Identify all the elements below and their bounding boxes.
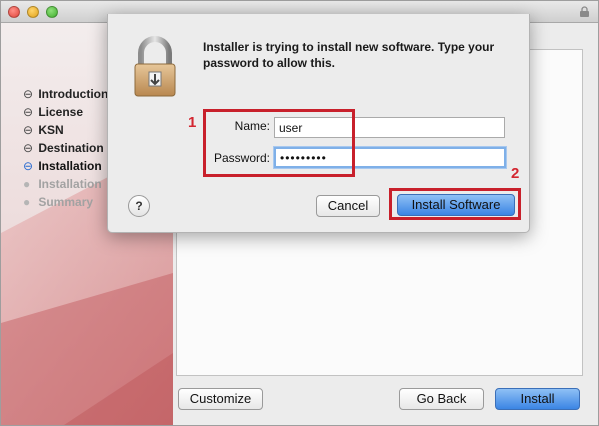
annotation-marker-1: 1	[188, 114, 197, 131]
dialog-message: Installer is trying to install new softw…	[203, 40, 495, 70]
close-window-icon[interactable]	[8, 6, 20, 18]
step-current-icon: ⊖	[23, 159, 34, 173]
step-label: Installation	[38, 159, 102, 173]
step-done-icon: ⊖	[23, 87, 34, 101]
lock-icon	[580, 6, 589, 17]
step-done-icon: ⊖	[23, 123, 34, 137]
step-done-icon: ⊖	[23, 105, 34, 119]
go-back-button[interactable]: Go Back	[399, 388, 484, 410]
step-pending-icon: ●	[23, 195, 31, 209]
zoom-window-icon[interactable]	[46, 6, 58, 18]
install-button[interactable]: Install	[495, 388, 580, 410]
step-label: License	[38, 105, 84, 119]
padlock-icon	[134, 36, 176, 97]
step-label: Installation	[38, 177, 102, 191]
minimize-window-icon[interactable]	[27, 6, 39, 18]
step-done-icon: ⊖	[23, 141, 34, 155]
step-label: Summary	[38, 195, 94, 209]
annotation-box-install-software	[389, 188, 521, 220]
step-pending-icon: ●	[23, 177, 31, 191]
annotation-box-credentials	[203, 109, 355, 177]
annotation-marker-2: 2	[511, 165, 520, 182]
customize-button[interactable]: Customize	[178, 388, 263, 410]
help-button[interactable]: ?	[128, 195, 150, 217]
step-label: KSN	[38, 123, 64, 137]
cancel-button[interactable]: Cancel	[316, 195, 380, 217]
step-label: Destination	[38, 141, 104, 155]
step-label: Introduction	[38, 87, 109, 101]
